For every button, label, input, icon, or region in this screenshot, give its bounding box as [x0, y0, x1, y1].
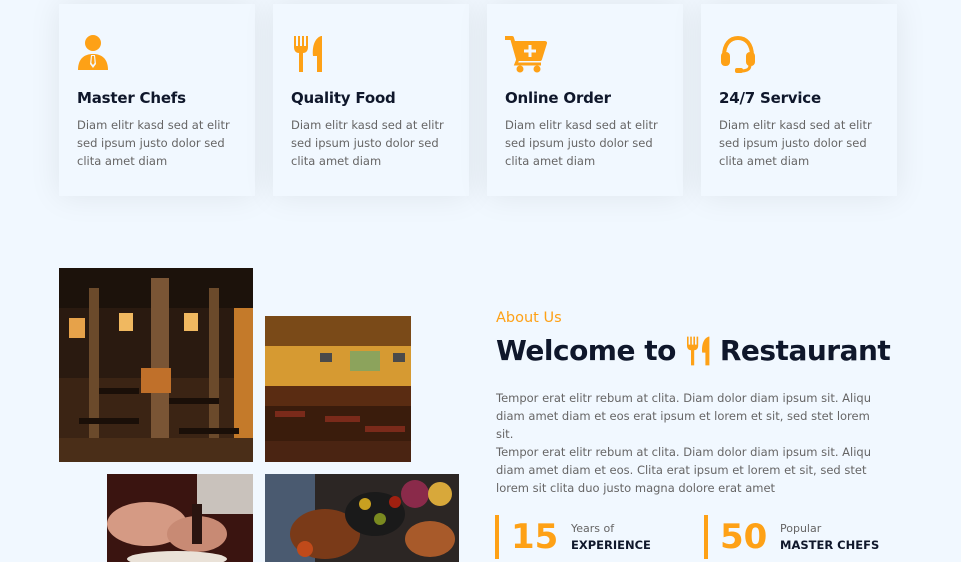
restaurant-interior-image — [59, 268, 253, 462]
food-platter-image — [265, 474, 459, 562]
stat-master-chefs: 50 Popular MASTER CHEFS — [704, 515, 879, 559]
stat-number: 15 — [511, 517, 559, 557]
about-title-prefix: Welcome to — [496, 334, 676, 367]
service-text: Diam elitr kasd sed at elitr sed ipsum j… — [719, 118, 872, 168]
stat-label-bottom: EXPERIENCE — [571, 538, 651, 552]
service-title: 24/7 Service — [719, 89, 821, 107]
utensils-icon — [294, 36, 322, 72]
user-tie-icon — [78, 35, 108, 70]
about-paragraph-2: Tempor erat elitr rebum at clita. Diam d… — [496, 445, 872, 495]
stat-label: Years of EXPERIENCE — [571, 521, 651, 553]
cart-plus-icon — [505, 36, 547, 73]
utensils-icon — [686, 336, 710, 365]
stat-label-top: Popular — [780, 522, 822, 535]
service-text: Diam elitr kasd sed at elitr sed ipsum j… — [505, 118, 658, 168]
service-text: Diam elitr kasd sed at elitr sed ipsum j… — [77, 118, 230, 168]
about-title: Welcome to Restaurant — [496, 334, 891, 367]
service-card-online-order: Online Order Diam elitr kasd sed at elit… — [487, 4, 683, 196]
stat-number: 50 — [720, 517, 768, 557]
service-card-24-7-service: 24/7 Service Diam elitr kasd sed at elit… — [701, 4, 897, 196]
service-text: Diam elitr kasd sed at elitr sed ipsum j… — [291, 118, 444, 168]
service-card-master-chefs: Master Chefs Diam elitr kasd sed at elit… — [59, 4, 255, 196]
food-plating-image — [107, 474, 253, 562]
service-title: Quality Food — [291, 89, 396, 107]
service-card-quality-food: Quality Food Diam elitr kasd sed at elit… — [273, 4, 469, 196]
service-title: Master Chefs — [77, 89, 186, 107]
stat-label-top: Years of — [571, 522, 615, 535]
stat-experience: 15 Years of EXPERIENCE — [495, 515, 651, 559]
restaurant-dining-room-image — [265, 316, 411, 462]
headset-icon — [721, 35, 755, 73]
service-title: Online Order — [505, 89, 611, 107]
about-paragraph-1: Tempor erat elitr rebum at clita. Diam d… — [496, 391, 872, 441]
stat-label-bottom: MASTER CHEFS — [780, 538, 880, 552]
stat-label: Popular MASTER CHEFS — [780, 521, 879, 553]
about-title-suffix: Restaurant — [719, 334, 891, 367]
about-label: About Us — [496, 310, 562, 326]
